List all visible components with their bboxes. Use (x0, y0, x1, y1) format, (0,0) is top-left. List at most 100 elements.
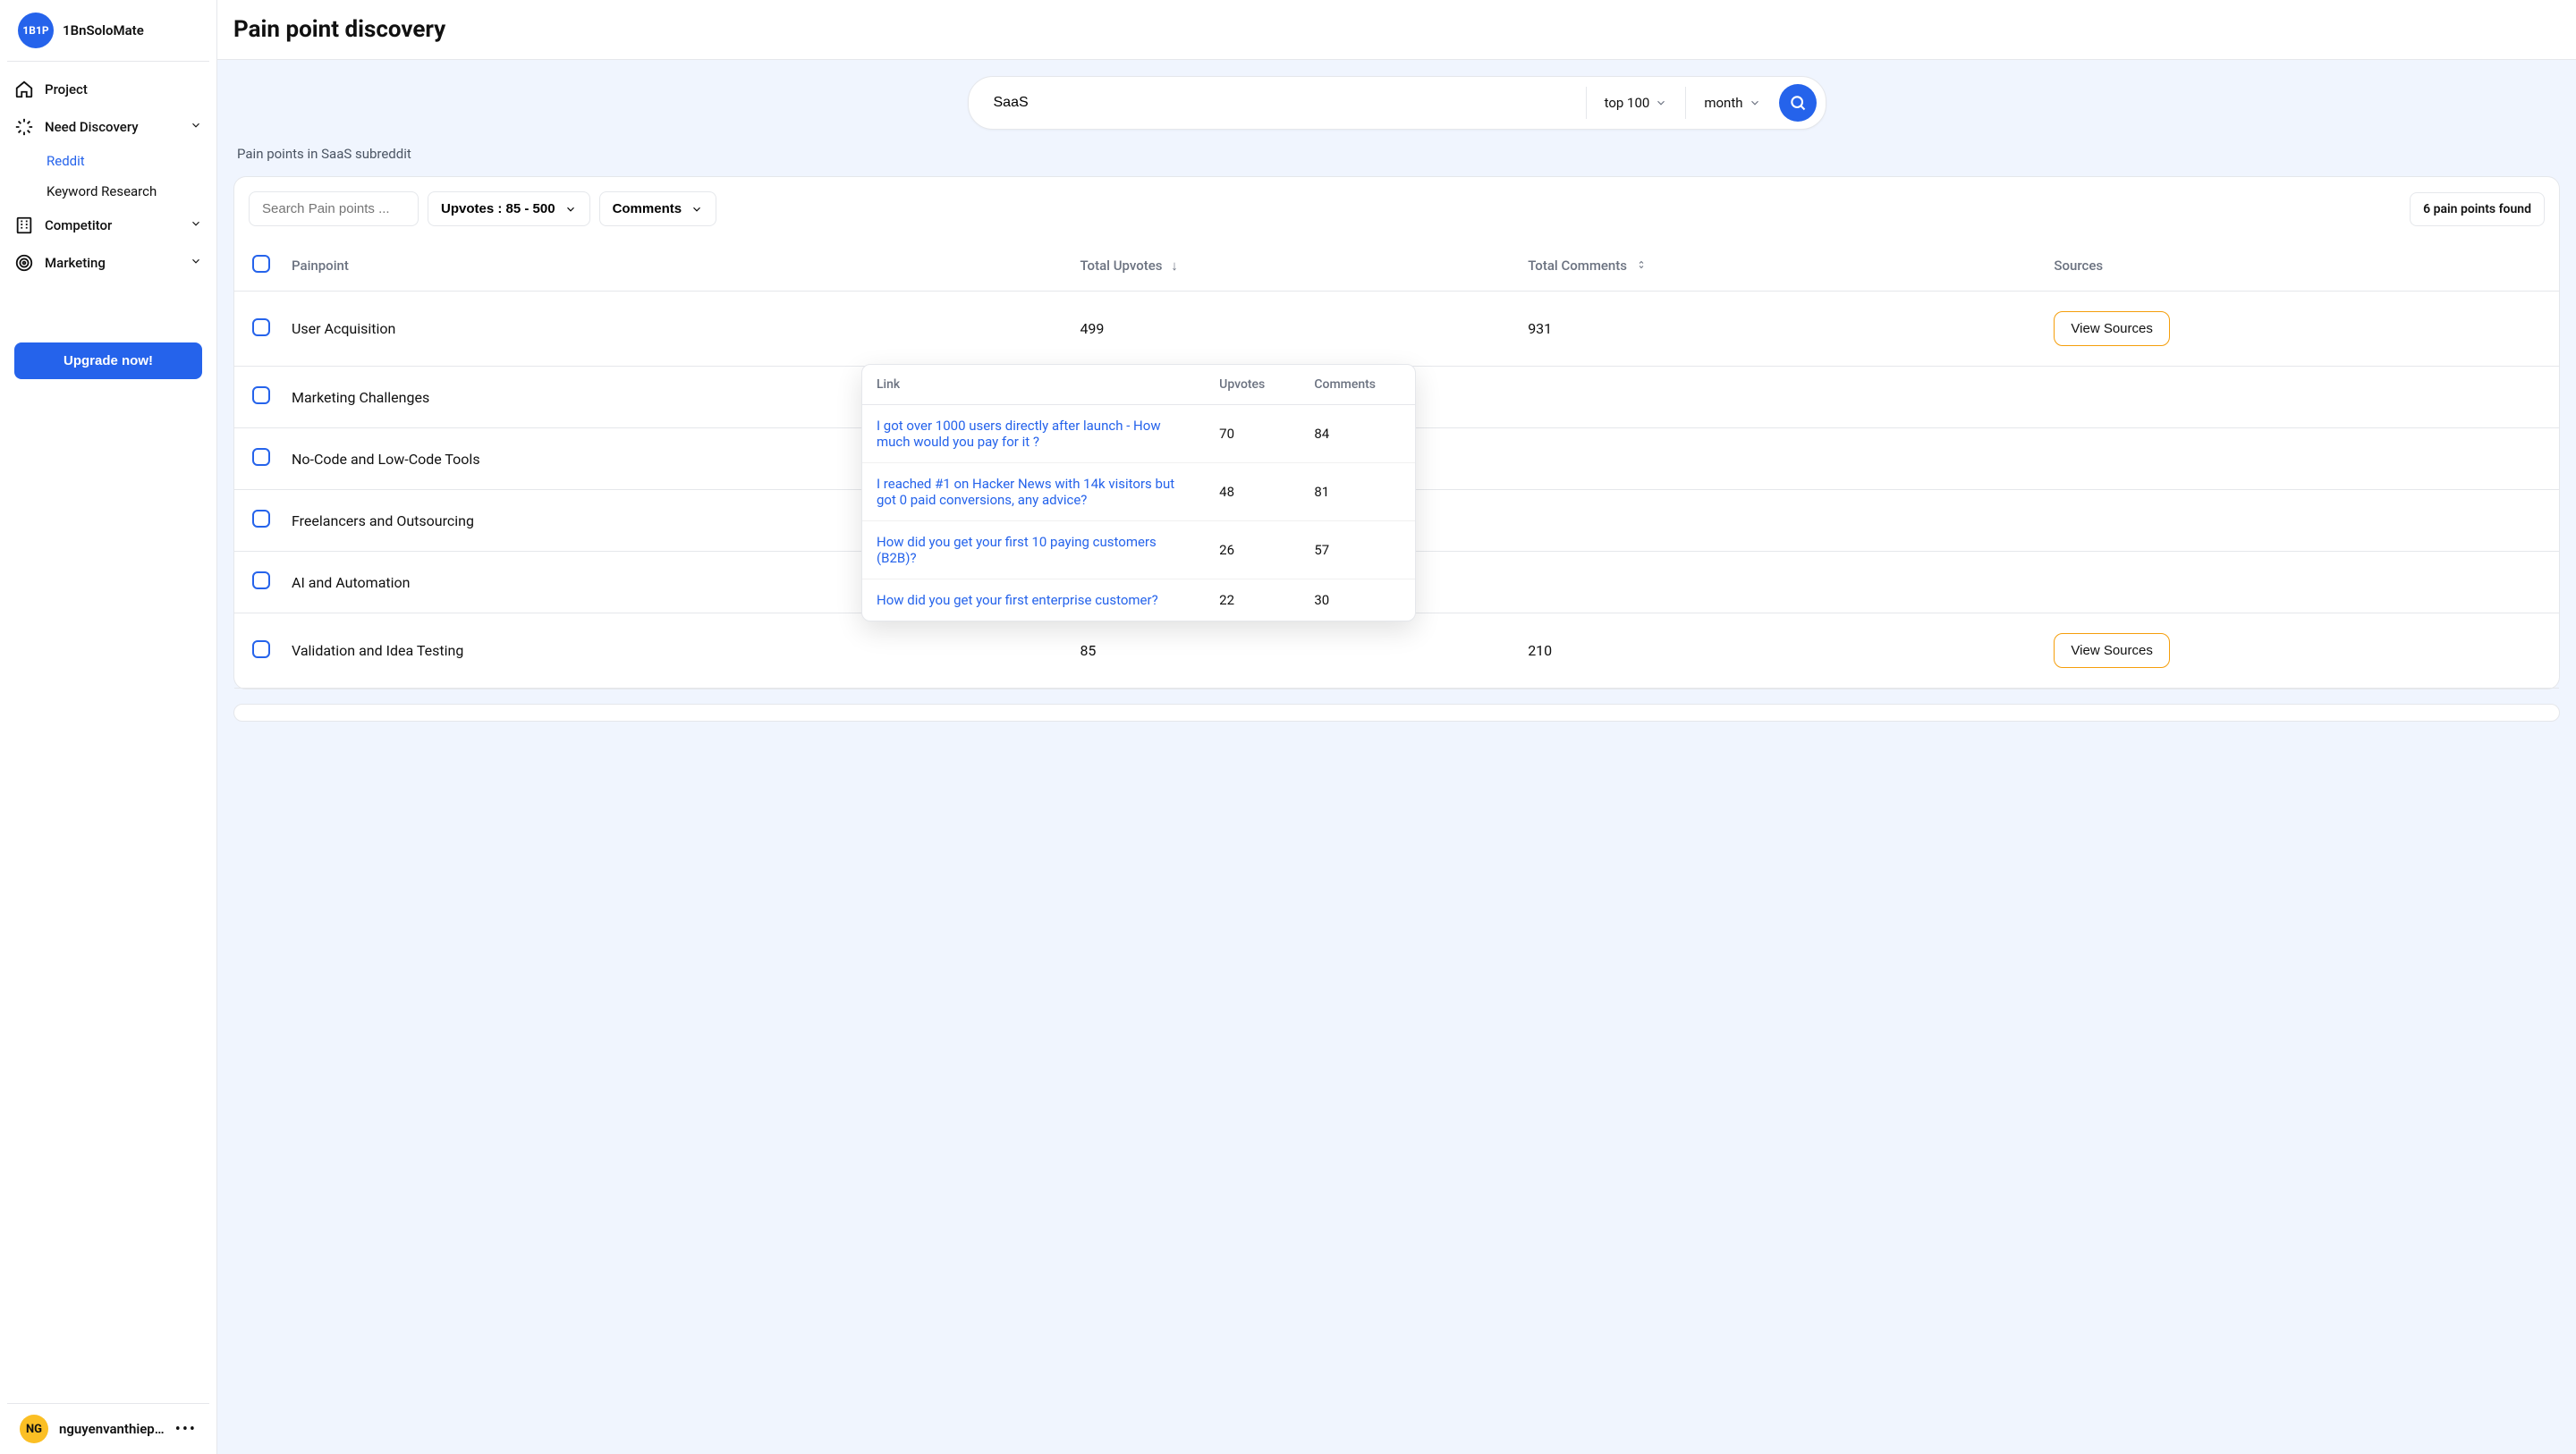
popover-row: How did you get your first enterprise cu… (862, 579, 1415, 621)
comments-filter-label: Comments (613, 201, 682, 216)
sidebar: 1B1P 1BnSoloMate Project Need Discovery (0, 0, 217, 1454)
chevron-down-icon (691, 203, 703, 216)
avatar: NG (20, 1415, 48, 1443)
cell-comments: 210 (1517, 613, 2043, 689)
pop-col-comments: Comments (1300, 365, 1415, 405)
source-link[interactable]: I got over 1000 users directly after lau… (877, 418, 1161, 450)
sidebar-footer: NG nguyenvanthiep... ••• (7, 1403, 209, 1454)
cell-comments (1517, 428, 2043, 490)
chevron-down-icon (564, 203, 577, 216)
cell-upvotes: 70 (1205, 405, 1300, 463)
main: Pain point discovery top 100 month (217, 0, 2576, 1454)
user-menu-button[interactable]: ••• (175, 1420, 197, 1439)
col-comments-label: Total Comments (1528, 258, 1627, 274)
home-icon (14, 80, 34, 99)
topic-search-input[interactable] (978, 84, 1580, 122)
content: top 100 month Pain points in SaaS subred… (217, 60, 2576, 1454)
col-painpoint[interactable]: Painpoint (281, 241, 1069, 292)
source-link[interactable]: I reached #1 on Hacker News with 14k vis… (877, 476, 1174, 508)
results-count: 6 pain points found (2410, 192, 2545, 226)
painpoint-search-input[interactable] (249, 191, 419, 226)
cell-comments: 57 (1300, 521, 1415, 579)
sidebar-subitem-keyword-research[interactable]: Keyword Research (47, 176, 209, 207)
nav: Project Need Discovery Reddit Keyword Re… (0, 62, 216, 1403)
page-header: Pain point discovery (217, 0, 2576, 60)
username: nguyenvanthiep... (59, 1421, 165, 1437)
row-checkbox[interactable] (252, 318, 270, 336)
view-sources-button[interactable]: View Sources (2054, 311, 2169, 346)
top-filter-select[interactable]: top 100 (1592, 86, 1681, 120)
chevron-down-icon (190, 119, 202, 135)
building-icon (14, 216, 34, 235)
divider (1586, 87, 1587, 119)
source-link[interactable]: How did you get your first 10 paying cus… (877, 534, 1157, 566)
pop-col-link: Link (862, 365, 1205, 405)
next-panel-peek (233, 704, 2560, 722)
popover-row: I got over 1000 users directly after lau… (862, 405, 1415, 463)
brand: 1B1P 1BnSoloMate (7, 0, 209, 62)
upgrade-button[interactable]: Upgrade now! (14, 342, 202, 379)
cell-upvotes: 48 (1205, 463, 1300, 521)
col-sources: Sources (2043, 241, 2559, 292)
source-link[interactable]: How did you get your first enterprise cu… (877, 592, 1158, 608)
sidebar-subitem-reddit[interactable]: Reddit (47, 146, 209, 176)
upvotes-filter-button[interactable]: Upvotes : 85 - 500 (428, 191, 590, 226)
target-icon (14, 253, 34, 273)
col-upvotes[interactable]: Total Upvotes ↓ (1069, 241, 1517, 292)
sidebar-item-need-discovery[interactable]: Need Discovery (7, 108, 209, 146)
cell-comments (1517, 490, 2043, 552)
period-filter-select[interactable]: month (1691, 86, 1773, 120)
chevron-down-icon (1655, 97, 1667, 109)
sidebar-item-label: Need Discovery (45, 119, 139, 135)
pop-col-upvotes: Upvotes (1205, 365, 1300, 405)
top-filter-label: top 100 (1605, 95, 1650, 111)
row-checkbox[interactable] (252, 571, 270, 589)
table-row: User Acquisition499931 View Sources (234, 292, 2559, 367)
search-icon (1789, 94, 1807, 112)
row-checkbox[interactable] (252, 448, 270, 466)
sidebar-item-project[interactable]: Project (7, 71, 209, 108)
cell-comments (1517, 552, 2043, 613)
need-discovery-submenu: Reddit Keyword Research (7, 146, 209, 207)
select-all-checkbox[interactable] (252, 255, 270, 273)
cell-upvotes: 499 (1069, 292, 1517, 367)
cell-comments: 931 (1517, 292, 2043, 367)
cell-painpoint: User Acquisition (281, 292, 1069, 367)
cell-comments: 84 (1300, 405, 1415, 463)
cell-comments (1517, 367, 2043, 428)
cell-comments: 30 (1300, 579, 1415, 621)
results-caption: Pain points in SaaS subreddit (237, 146, 2560, 162)
cell-upvotes: 85 (1069, 613, 1517, 689)
chevron-down-icon (1749, 97, 1761, 109)
row-checkbox[interactable] (252, 386, 270, 404)
divider (1685, 87, 1686, 119)
popover-row: How did you get your first 10 paying cus… (862, 521, 1415, 579)
sidebar-item-label: Project (45, 81, 88, 97)
sidebar-item-label: Marketing (45, 255, 106, 271)
popover-row: I reached #1 on Hacker News with 14k vis… (862, 463, 1415, 521)
row-checkbox[interactable] (252, 510, 270, 528)
sidebar-item-marketing[interactable]: Marketing (7, 244, 209, 282)
cell-upvotes: 26 (1205, 521, 1300, 579)
col-comments[interactable]: Total Comments (1517, 241, 2043, 292)
search-button[interactable] (1779, 84, 1817, 122)
sources-popover: Link Upvotes Comments I got over 1000 us… (861, 364, 1416, 621)
chevron-down-icon (190, 255, 202, 271)
row-checkbox[interactable] (252, 640, 270, 658)
cell-upvotes: 22 (1205, 579, 1300, 621)
view-sources-button[interactable]: View Sources (2054, 633, 2169, 668)
sort-icon (1636, 258, 1647, 274)
upvotes-filter-label: Upvotes : 85 - 500 (441, 201, 555, 216)
sidebar-item-competitor[interactable]: Competitor (7, 207, 209, 244)
cell-painpoint: Validation and Idea Testing (281, 613, 1069, 689)
chevron-down-icon (190, 217, 202, 233)
period-filter-label: month (1704, 95, 1742, 111)
col-upvotes-label: Total Upvotes (1080, 258, 1162, 274)
cell-comments: 81 (1300, 463, 1415, 521)
comments-filter-button[interactable]: Comments (599, 191, 717, 226)
search-card: top 100 month (968, 76, 1826, 130)
table-row: Validation and Idea Testing85210 View Sou… (234, 613, 2559, 689)
sparkle-icon (14, 117, 34, 137)
page-title: Pain point discovery (233, 16, 2560, 43)
panel-toolbar: Upvotes : 85 - 500 Comments 6 pain point… (234, 177, 2559, 241)
